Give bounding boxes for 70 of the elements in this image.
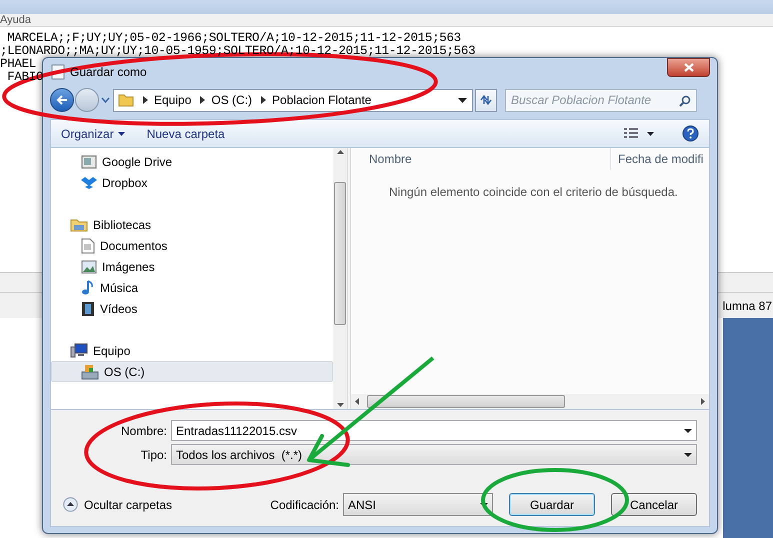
breadcrumb-item[interactable]: Equipo [154,91,192,109]
nav-item[interactable]: Bibliotecas [51,214,333,235]
refresh-icon [479,94,493,106]
organize-menu[interactable]: Organizar [61,124,125,142]
close-button[interactable] [667,58,710,77]
search-icon [679,94,691,106]
film-icon [81,300,95,316]
status-text: lumna 87 [722,298,773,314]
nav-item[interactable]: Equipo [51,340,333,361]
dialog-button[interactable]: Cancelar [611,493,697,516]
open-box-icon [81,176,97,190]
window-title: Guardar como [70,64,147,80]
folder-icon [70,217,88,232]
breadcrumb-item[interactable]: OS (C:) [211,91,252,109]
caret-icon [684,452,692,456]
field-label: Nombre: [120,422,168,440]
help-icon [682,125,699,142]
caret-icon [480,502,488,506]
caret-left-icon [355,398,359,405]
type-dropdown[interactable]: Todos los archivos (*.*) [171,444,697,465]
caret-icon [458,98,467,102]
caret-right-icon [701,398,705,405]
column-header[interactable]: Fecha de modifi [611,148,704,170]
nav-item[interactable]: Dropbox [51,172,333,193]
nav-item[interactable]: OS (C:) [51,361,333,382]
menu-item[interactable]: Ayuda [0,14,31,26]
chevron-up-icon [63,497,78,512]
drive-icon [81,154,97,168]
text-line: MARCELA;;F;UY;UY;05-02-1966;SOLTERO/A;10-12-2015;11-12-2015;563 [6,32,461,45]
back-button[interactable] [50,88,74,112]
text-line: ;LEONARDO;;MA;UY;UY;10-05-1959;SOLTERO/A;10-12-2015;11-12-2015;563 [0,45,476,58]
column-header[interactable]: Nombre [351,148,611,170]
file-name-field[interactable]: Entradas11122015.csv [171,420,697,441]
caret-icon [647,132,654,136]
scrollbar[interactable] [333,148,347,409]
document-icon [81,238,95,254]
caret-up-icon [336,150,344,154]
refresh-button[interactable] [475,88,497,112]
new-folder-button[interactable]: Nueva carpeta [146,124,225,142]
field-label: Tipo: [140,446,168,464]
view-list-icon [623,128,639,140]
breadcrumb-item[interactable]: Poblacion Flotante [272,91,372,109]
empty-message: Ningún elemento coincide con el criterio de búsqueda. [388,184,679,201]
nav-item[interactable]: Google Drive [51,151,333,172]
encoding-dropdown[interactable]: ANSI [343,493,493,516]
close-icon [684,63,694,72]
arrow-left-icon [56,95,68,105]
nav-item[interactable]: Imágenes [51,256,333,277]
nav-item[interactable]: Vídeos [51,298,333,319]
dialog-button[interactable]: Guardar [509,493,595,516]
caret-down-icon [336,403,344,407]
hide-folders-button[interactable]: Ocultar carpetas [63,496,172,514]
caret-icon [101,97,110,103]
search-field[interactable]: Buscar Poblacion Flotante [505,88,697,112]
folder-icon [118,93,134,107]
chevron-right-icon [200,96,206,104]
text-line: PHAEL [0,58,36,71]
field-label: Codificación: [270,496,339,514]
address-bar[interactable]: Equipo OS (C:) Poblacion Flotante [113,88,473,112]
scrollbar[interactable] [351,394,709,409]
computer-icon [70,343,88,358]
chevron-right-icon [261,96,266,104]
caret-icon [118,132,125,136]
picture-icon [81,260,97,274]
drive-icon [81,364,99,380]
nav-item[interactable]: Documentos [51,235,333,256]
caret-icon [684,428,692,432]
music-note-icon [81,280,95,296]
nav-item[interactable]: Música [51,277,333,298]
chevron-right-icon [143,96,148,104]
